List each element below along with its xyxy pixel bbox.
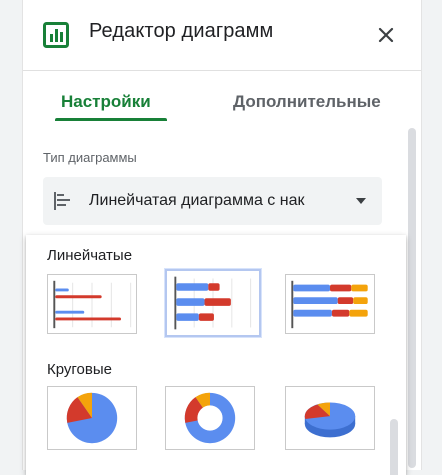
percent-stacked-bar-chart-thumbnail-icon bbox=[291, 280, 368, 329]
donut-chart-option[interactable] bbox=[165, 386, 255, 450]
group-title-pie: Круговые bbox=[47, 361, 112, 378]
tab-settings[interactable]: Настройки bbox=[61, 92, 151, 112]
chart-editor-title: Редактор диаграмм bbox=[89, 20, 274, 42]
panel-scrollbar[interactable] bbox=[408, 128, 416, 468]
chart-editor-header: Редактор диаграмм bbox=[23, 0, 421, 71]
donut-chart-thumbnail-icon bbox=[184, 392, 236, 444]
bar-chart-thumbnail-icon bbox=[53, 280, 132, 329]
tab-advanced[interactable]: Дополнительные bbox=[233, 92, 381, 112]
pie-chart-thumbnail-icon bbox=[66, 392, 118, 444]
chevron-down-icon bbox=[356, 198, 366, 204]
dropdown-scrollbar[interactable] bbox=[390, 419, 398, 475]
percent-stacked-bar-chart-option[interactable] bbox=[285, 274, 375, 334]
chart-type-dropdown: Линейчатые Круговые bbox=[26, 235, 406, 475]
chart-type-select[interactable]: Линейчатая диаграмма с нак bbox=[43, 177, 382, 225]
bar-chart-icon bbox=[43, 22, 69, 48]
active-tab-indicator bbox=[55, 118, 167, 121]
stacked-bar-chart-option[interactable] bbox=[164, 268, 262, 338]
stacked-bar-chart-thumbnail-icon bbox=[174, 276, 252, 330]
bar-chart-option[interactable] bbox=[47, 274, 137, 334]
3d-pie-chart-option[interactable] bbox=[285, 386, 375, 450]
pie-chart-option[interactable] bbox=[47, 386, 137, 450]
tab-bar: Настройки Дополнительные bbox=[23, 70, 421, 122]
3d-pie-chart-thumbnail-icon bbox=[304, 402, 356, 438]
chart-type-label: Тип диаграммы bbox=[43, 150, 137, 165]
group-title-bar: Линейчатые bbox=[47, 247, 133, 264]
bar-chart-type-icon bbox=[54, 192, 70, 210]
close-icon[interactable] bbox=[375, 24, 397, 46]
chart-type-selected-value: Линейчатая диаграмма с нак bbox=[89, 192, 305, 209]
